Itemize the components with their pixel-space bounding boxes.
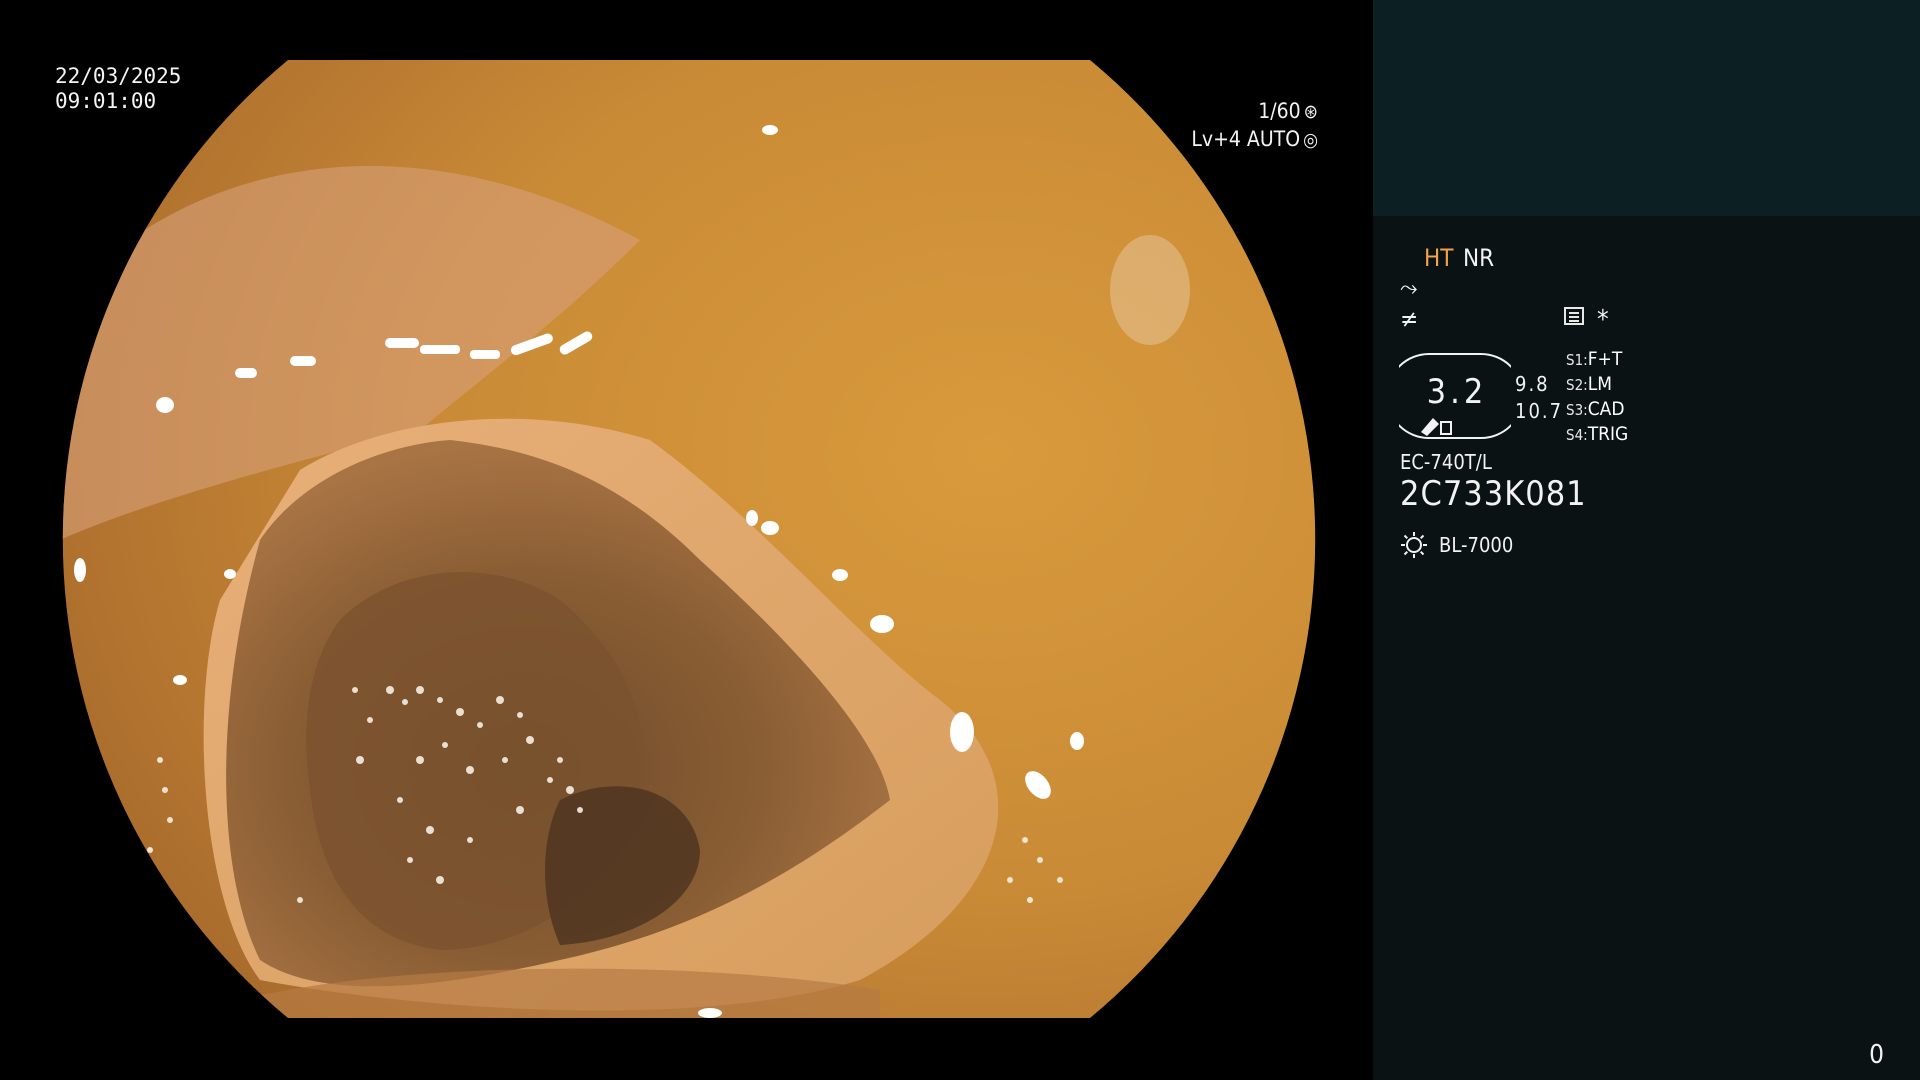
- switch-key: S2:: [1566, 376, 1588, 394]
- switch-value: LM: [1587, 373, 1612, 395]
- switch-4: S4:TRIG: [1566, 423, 1628, 445]
- switch-value: CAD: [1587, 398, 1625, 420]
- edge-enhance-icon: ⤳: [1400, 276, 1418, 301]
- exam-time: 09:01:00: [55, 89, 157, 113]
- switch-3: S3:CAD: [1566, 398, 1625, 420]
- shutter-speed: 1/60 ⊛: [1258, 99, 1318, 125]
- info-panel: HT NR ⤳ ≠ * 3.2 9.8 10.7 S1:F+T S2:LM S3…: [1373, 0, 1920, 1080]
- menu-icon: [1564, 307, 1584, 325]
- star-icon: *: [1597, 305, 1609, 335]
- exam-date: 22/03/2025: [55, 64, 182, 88]
- endoscope-view: 22/03/2025 09:01:00 1/60 ⊛ Lv+4 AUTO ◎: [0, 0, 1373, 1080]
- panel-header-area: [1373, 0, 1920, 216]
- switch-value: F+T: [1587, 348, 1623, 370]
- switch-2: S2:LM: [1566, 373, 1612, 395]
- switch-key: S1:: [1566, 351, 1588, 369]
- scope-model: EC-740T/L: [1400, 450, 1492, 474]
- target-icon: ◎: [1303, 129, 1318, 151]
- value-b: 10.7: [1515, 399, 1564, 423]
- level-label: Lv+4 AUTO: [1191, 127, 1301, 151]
- aperture-icon: ⊛: [1303, 101, 1318, 123]
- value-a: 9.8: [1515, 372, 1550, 396]
- switch-key: S3:: [1566, 401, 1588, 419]
- switch-value: TRIG: [1587, 423, 1629, 445]
- switch-1: S1:F+T: [1566, 348, 1622, 370]
- light-source: BL-7000: [1439, 533, 1514, 557]
- frame-counter: 0: [1869, 1040, 1884, 1070]
- nr-indicator: NR: [1463, 244, 1495, 272]
- switch-key: S4:: [1566, 426, 1588, 444]
- shutter-label: 1/60: [1258, 99, 1301, 123]
- not-equal-icon: ≠: [1400, 305, 1419, 333]
- brightness-level: Lv+4 AUTO ◎: [1191, 127, 1318, 153]
- zoom-value: 3.2: [1426, 372, 1488, 412]
- sun-icon: [1401, 532, 1427, 558]
- scope-serial: 2C733K081: [1400, 474, 1587, 514]
- endoscope-image: [62, 60, 1316, 1018]
- ht-indicator: HT: [1424, 244, 1454, 272]
